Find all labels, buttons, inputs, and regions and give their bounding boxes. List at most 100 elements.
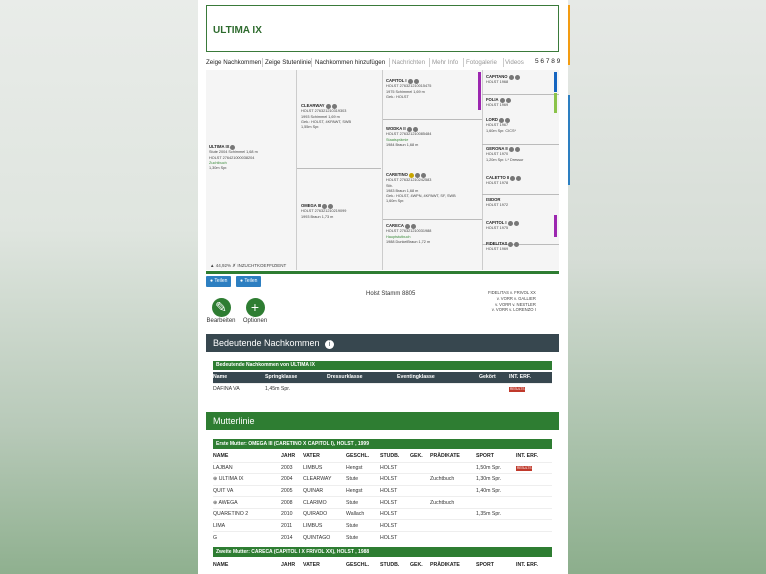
info-icon (420, 172, 426, 178)
info-icon (505, 97, 511, 103)
cell-name[interactable]: DAFINA VA (213, 382, 265, 395)
cell-studb: HOLST (380, 519, 410, 532)
title-box: ULTIMA IX (206, 5, 559, 52)
table-row[interactable]: QUIT VA 2005 QUINAR Hengst HOLST 1,40m Spr. (213, 484, 552, 497)
cell-name[interactable]: LAJBAN (213, 461, 281, 474)
twitter-share-button[interactable]: ● Teilen (236, 276, 262, 287)
info-icon[interactable]: i (325, 340, 335, 349)
table-row[interactable]: ⊕ AWEGA 2008 CLARIMO Stute HOLST Zuchtbuch (213, 496, 552, 509)
cell-name[interactable]: QUARETINO 2 (213, 507, 281, 520)
cell-vater: CLEARWAY (303, 473, 346, 486)
great-grandparent[interactable]: FOLIA HOLST 1969 (486, 97, 511, 109)
cell-gek (410, 484, 430, 497)
pedigree-sire-dam[interactable]: WODKA II HOLST 276321210085484 Staatsprä… (386, 126, 431, 148)
tab-show-offspring[interactable]: Zeige Nachkommen (206, 59, 261, 66)
cell-pradikate (430, 507, 476, 520)
tab-show-mareline[interactable]: Zeige Stutenlinie (265, 59, 311, 66)
dna-icon: ✗ (232, 263, 237, 268)
ancestor-name: CAPITOL I (386, 78, 407, 83)
facebook-share-button[interactable]: ● Teilen (206, 276, 232, 287)
cell-name[interactable]: LIMA (213, 519, 281, 532)
tab-videos[interactable]: Videos (505, 59, 524, 66)
great-grandparent[interactable]: CALETTO II HOLST 1978 (486, 175, 522, 187)
line-marker-purple (554, 215, 557, 237)
cell-int: RESULTS (509, 382, 552, 395)
info-icon (230, 144, 236, 150)
offspring-subheader: Bedeutende Nachkommen von ULTIMA IX (213, 361, 552, 370)
mareline-heading: Mutterlinie (213, 416, 255, 426)
tab-separator (429, 58, 430, 67)
pedigree: ULTIMA IX Stute 2004 Schimmel 1,68 m HOL… (206, 70, 559, 270)
cell-name[interactable]: G (213, 531, 281, 544)
cell-name[interactable]: ⊕ ULTIMA IX (213, 473, 281, 486)
table-row[interactable]: LIMA 2011 LIMBUS Stute HOLST (213, 519, 552, 532)
ancestor-detail: Hauptstutbuch (386, 234, 411, 239)
pedigree-subject[interactable]: ULTIMA IX Stute 2004 Schimmel 1,68 m HOL… (209, 144, 258, 171)
line-marker-purple (478, 72, 481, 110)
info-icon (498, 117, 504, 123)
pedigree-sire[interactable]: CLEARWAY HOLST 276321210319303 1993 Schi… (301, 103, 351, 130)
subject-detail: HOLST 276421000038204 (209, 155, 255, 160)
column-header: STUDB. (380, 561, 400, 568)
info-icon (322, 203, 328, 209)
great-grandparent[interactable]: CAPITOL I HOLST 1975 (486, 220, 519, 232)
cell-jahr: 2011 (281, 519, 303, 532)
ancestor-detail: HOLST 276321210015475 (386, 84, 432, 89)
great-grandparent[interactable]: FIDELITAS HOLST 1969 (486, 241, 520, 253)
column-header: GEK. (410, 453, 423, 460)
great-grandparent[interactable]: ISIDOR HOLST 1972 (486, 197, 508, 209)
table-row[interactable]: LAJBAN 2003 LIMBUS Hengst HOLST 1,50m Spr. RES… (213, 461, 552, 474)
ancestor-detail: 1983 Braun 1,68 m (386, 188, 419, 193)
cell-dressur (327, 382, 397, 395)
tab-add-offspring[interactable]: Nachkommen hinzufügen (315, 59, 385, 66)
cell-int: RESULTS (516, 461, 552, 474)
cell-name[interactable]: QUIT VA (213, 484, 281, 497)
cell-geschl: Wallach (346, 507, 380, 520)
options-button[interactable]: + Optionen (240, 298, 270, 324)
info-icon (499, 97, 505, 103)
tab-messages[interactable]: Nachrichten (392, 59, 425, 66)
subject-detail: Zuchtbuch (209, 160, 227, 165)
ancestor-detail: HOLST 1978 (486, 181, 509, 186)
great-grandparent[interactable]: CAPITANO HOLST 1968 (486, 74, 520, 86)
cell-jahr: 2008 (281, 496, 303, 509)
tab-more-info[interactable]: Mehr Info (432, 59, 458, 66)
cell-geschl: Stute (346, 496, 380, 509)
tab-separator (503, 58, 504, 67)
column-header: PRÄDIKATE (430, 561, 460, 568)
edit-button[interactable]: ✎ Bearbeiten (206, 298, 236, 324)
column-header: GEK. (410, 561, 423, 568)
results-badge[interactable]: RESULTS (516, 465, 533, 471)
great-grandparent[interactable]: GERONA II HOLST 1970 1,20m Spr. L* Dressur (486, 146, 523, 163)
pedigree-sire-sire[interactable]: CAPITOL I HOLST 276321210015475 1975 Sch… (386, 78, 431, 100)
line-marker-blue (554, 72, 557, 92)
pedigree-dam-sire[interactable]: CARETINO HOLST 276321210242583 Stb. 1983… (386, 172, 456, 205)
tab-photo-gallery[interactable]: Fotogalerie (466, 59, 497, 66)
star-icon (408, 172, 414, 178)
pedigree-dam-dam[interactable]: CARECA HOLST 276321210031988 Hauptstutbu… (386, 223, 431, 245)
cell-gekort (479, 382, 509, 395)
table-row[interactable]: ⊕ ULTIMA IX 2004 CLEARWAY Stute HOLST Zuchtbu… (213, 473, 552, 486)
column-header: PRÄDIKATE (430, 453, 460, 460)
great-grandparent[interactable]: LORD HOLST 1967 1,60m Spr. CICS* (486, 117, 516, 134)
cell-int (516, 473, 552, 486)
second-mother-table: NAME JAHR VATER GESCHL. STUDB. GEK. PRÄD… (213, 559, 552, 570)
pedigree-dam[interactable]: OMEGA III HOLST 276321210219099 1993 Bra… (301, 203, 346, 220)
column-header: VATER (303, 561, 320, 568)
twitter-share-label: Teilen (244, 278, 258, 284)
ancestor-detail: 1,60m Spr. CICS* (486, 128, 516, 133)
pedigree-line (382, 119, 482, 120)
pagination[interactable]: 5 6 7 8 9 (535, 58, 560, 65)
table-row[interactable]: G 2014 QUINTAGO Stute HOLST (213, 531, 552, 544)
results-badge[interactable]: RESULTS (509, 387, 526, 393)
cell-gek (410, 473, 430, 486)
cell-studb: HOLST (380, 484, 410, 497)
subject-detail: 1,30m Spr. (209, 166, 228, 171)
table-header: Name Springklasse Dressurklasse Eventing… (213, 372, 552, 383)
info-icon (508, 146, 514, 152)
table-row[interactable]: QUARETINO 2 2010 QUIRADO Wallach HOLST 1,35m … (213, 507, 552, 520)
cell-name[interactable]: ⊕ AWEGA (213, 496, 281, 509)
column-header: Gekört (479, 374, 496, 381)
table-header: NAME JAHR VATER GESCHL. STUDB. GEK. PRÄD… (213, 559, 552, 570)
table-row[interactable]: DAFINA VA 1,45m Spr. RESULTS (213, 382, 552, 395)
